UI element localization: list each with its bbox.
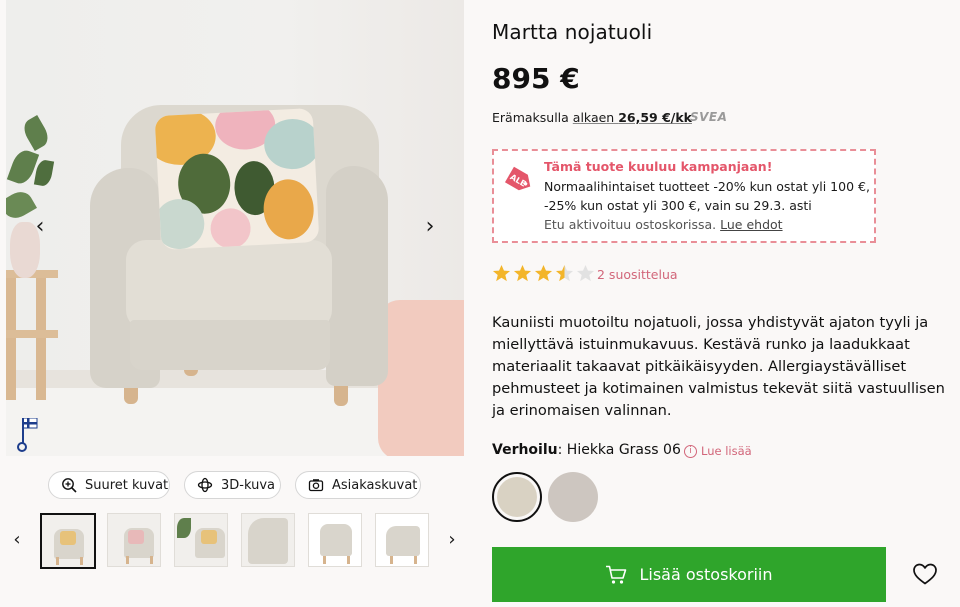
thumbnail-2[interactable]	[107, 513, 161, 567]
thumbnail-1[interactable]	[40, 513, 96, 569]
thumbnail-3[interactable]	[174, 513, 228, 567]
info-icon: i	[684, 444, 697, 458]
product-description: Kauniisti muotoiltu nojatuoli, jossa yhd…	[492, 314, 945, 419]
more-info-label: Lue lisää	[701, 444, 752, 458]
installment-info: Erämaksulla alkaen 26,59 €/kk	[492, 110, 692, 125]
finnish-key-flag-icon	[17, 418, 38, 452]
armchair-photo	[6, 0, 464, 456]
main-product-image[interactable]: ‹ ›	[6, 0, 464, 456]
star-empty-icon	[576, 264, 595, 282]
gallery-prev-arrow-icon[interactable]: ‹	[28, 214, 52, 240]
customer-photos-button[interactable]: Asiakaskuvat	[295, 471, 421, 499]
campaign-line-1: Normaalihintaiset tuotteet -20% kun osta…	[544, 179, 870, 194]
3d-view-button[interactable]: 3D-kuva	[184, 471, 281, 499]
rating-stars[interactable]	[492, 264, 595, 283]
installment-prefix: Erämaksulla	[492, 110, 573, 125]
thumbnail-4[interactable]	[241, 513, 295, 567]
upholstery-label: Verhoilu: Hiekka Grass 06	[492, 442, 681, 458]
customer-photos-label: Asiakaskuvat	[332, 477, 418, 493]
reviews-link[interactable]: 2 suosittelua	[597, 267, 678, 282]
campaign-title: Tämä tuote kuuluu kampanjaan!	[544, 159, 773, 174]
product-title: Martta nojatuoli	[492, 20, 653, 44]
shopping-cart-icon	[606, 565, 627, 584]
fabric-swatch-selected[interactable]	[492, 472, 542, 522]
camera-icon	[308, 479, 324, 492]
campaign-note: Etu aktivoituu ostoskorissa. Lue ehdot	[544, 217, 783, 232]
star-full-icon	[534, 264, 553, 282]
svea-logo: SVEA	[690, 110, 728, 124]
installment-amount: 26,59 €/kk	[618, 110, 692, 125]
heart-icon[interactable]	[912, 562, 938, 586]
installment-link[interactable]: alkaen 26,59 €/kk	[573, 110, 692, 125]
rotate-3d-icon	[197, 477, 213, 493]
3d-view-label: 3D-kuva	[221, 477, 275, 493]
upholstery-value: : Hiekka Grass 06	[557, 442, 681, 458]
star-full-icon	[513, 264, 532, 282]
add-to-cart-button[interactable]: Lisää ostoskoriin	[492, 547, 886, 602]
gallery-next-arrow-icon[interactable]: ›	[418, 214, 442, 240]
campaign-line-2: -25% kun ostat yli 300 €, vain su 29.3. …	[544, 198, 812, 213]
fabric-swatch[interactable]	[548, 472, 598, 522]
campaign-box: ALE Tämä tuote kuuluu kampanjaan! Normaa…	[492, 149, 876, 243]
add-to-cart-label: Lisää ostoskoriin	[639, 565, 773, 584]
sale-tag-icon: ALE	[504, 166, 531, 191]
star-full-icon	[492, 264, 511, 282]
thumbnails-prev-arrow-icon[interactable]: ‹	[7, 528, 27, 552]
product-price: 895 €	[492, 62, 580, 95]
large-images-label: Suuret kuvat	[85, 477, 169, 493]
installment-link-text: alkaen	[572, 110, 619, 125]
zoom-in-icon	[62, 478, 77, 493]
upholstery-heading: Verhoilu	[492, 442, 558, 458]
campaign-terms-link[interactable]: Lue ehdot	[720, 217, 782, 232]
thumbnail-5[interactable]	[308, 513, 362, 567]
campaign-note-text: Etu aktivoituu ostoskorissa.	[544, 217, 721, 232]
upholstery-more-info-link[interactable]: i Lue lisää	[684, 444, 752, 458]
star-half-icon	[555, 264, 574, 282]
large-images-button[interactable]: Suuret kuvat	[48, 471, 170, 499]
thumbnails-next-arrow-icon[interactable]: ›	[442, 528, 462, 552]
thumbnail-6[interactable]	[375, 513, 429, 567]
